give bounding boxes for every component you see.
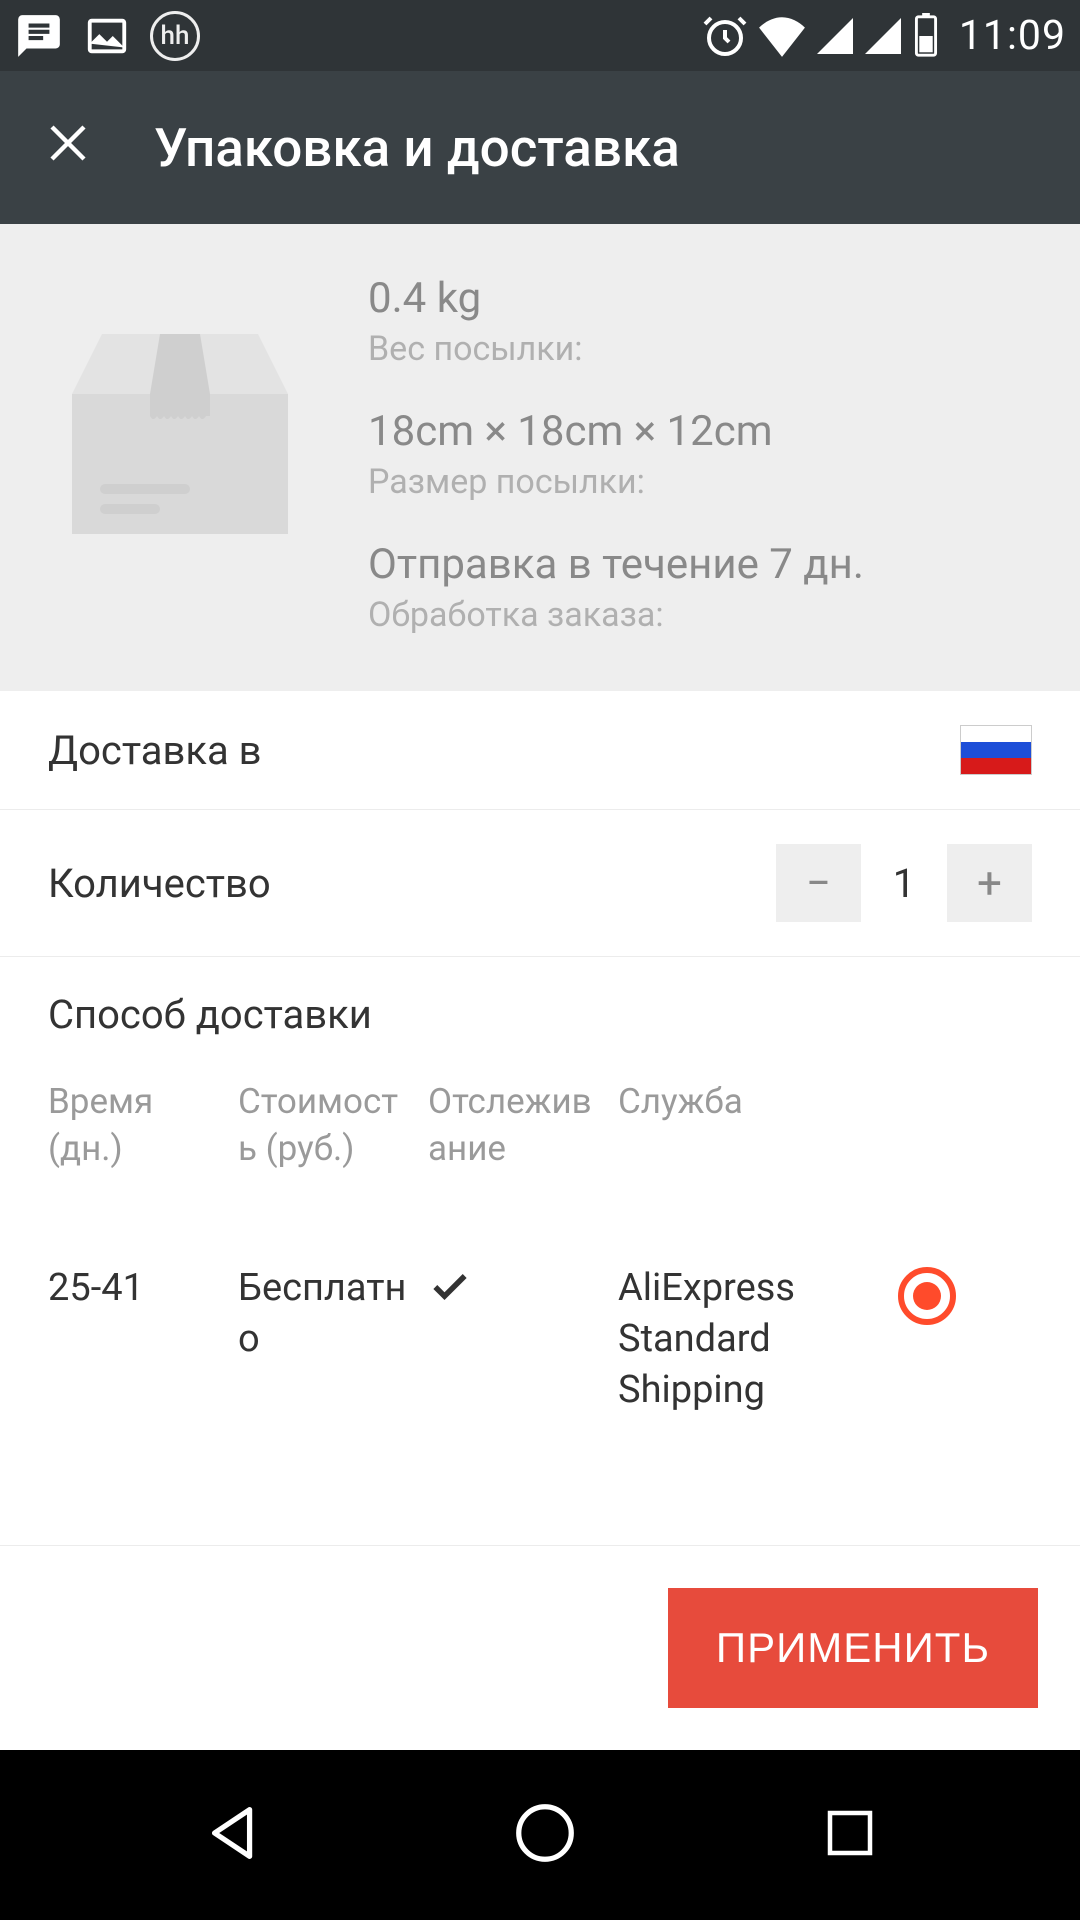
signal-icon-2 <box>863 16 903 56</box>
nav-back-icon[interactable] <box>200 1798 270 1872</box>
package-shiptime-value: Отправка в течение 7 дн. <box>368 540 1040 589</box>
signal-icon <box>815 16 855 56</box>
package-shiptime-label: Обработка заказа: <box>368 595 1040 635</box>
status-left: hh <box>14 11 200 61</box>
hh-icon: hh <box>150 11 200 61</box>
package-box-icon <box>40 274 320 534</box>
package-weight-label: Вес посылки: <box>368 329 1040 369</box>
col-time: Время (дн.) <box>48 1078 238 1173</box>
quantity-increase-button[interactable]: + <box>947 844 1032 922</box>
status-right: 11:09 <box>701 12 1066 60</box>
shipping-time: 25-41 <box>48 1263 238 1314</box>
close-icon[interactable] <box>44 119 92 177</box>
shipping-table-header: Время (дн.) Стоимость (руб.) Отслеживани… <box>48 1078 1032 1233</box>
quantity-stepper: − 1 + <box>776 844 1032 922</box>
footer: ПРИМЕНИТЬ <box>0 1545 1080 1750</box>
quantity-row: Количество − 1 + <box>0 810 1080 957</box>
app-header: Упаковка и доставка <box>0 71 1080 224</box>
destination-label: Доставка в <box>48 727 262 774</box>
package-dimensions-label: Размер посылки: <box>368 462 1040 502</box>
nav-recent-icon[interactable] <box>820 1803 880 1867</box>
shipping-service: AliExpress Standard Shipping <box>618 1263 878 1417</box>
android-nav-bar <box>0 1750 1080 1920</box>
flag-russia-icon <box>960 725 1032 775</box>
status-bar: hh 11:09 <box>0 0 1080 71</box>
page-title: Упаковка и доставка <box>154 117 680 179</box>
package-dimensions-value: 18cm × 18cm × 12cm <box>368 407 1040 456</box>
package-info: 0.4 kg Вес посылки: 18cm × 18cm × 12cm Р… <box>0 224 1080 691</box>
wifi-icon <box>757 14 807 58</box>
quantity-value: 1 <box>861 844 947 922</box>
message-icon <box>14 11 64 61</box>
clock-time: 11:09 <box>959 12 1066 60</box>
shipping-method-section: Способ доставки Время (дн.) Стоимость (р… <box>0 957 1080 1486</box>
destination-row[interactable]: Доставка в <box>0 691 1080 810</box>
quantity-label: Количество <box>48 860 271 907</box>
radio-selected-icon[interactable] <box>898 1267 956 1325</box>
col-cost: Стоимость (руб.) <box>238 1078 428 1173</box>
image-icon <box>84 13 130 59</box>
package-details: 0.4 kg Вес посылки: 18cm × 18cm × 12cm Р… <box>368 274 1040 635</box>
quantity-decrease-button[interactable]: − <box>776 844 861 922</box>
shipping-table: Время (дн.) Стоимость (руб.) Отслеживани… <box>48 1078 1032 1476</box>
shipping-cost: Бесплатно <box>238 1263 428 1366</box>
alarm-icon <box>701 12 749 60</box>
shipping-method-title: Способ доставки <box>48 991 1032 1038</box>
nav-home-icon[interactable] <box>510 1798 580 1872</box>
check-icon <box>428 1263 618 1325</box>
package-weight-value: 0.4 kg <box>368 274 1040 323</box>
apply-button[interactable]: ПРИМЕНИТЬ <box>668 1588 1038 1708</box>
col-tracking: Отслеживание <box>428 1078 618 1173</box>
shipping-option-row[interactable]: 25-41 Бесплатно AliExpress Standard Ship… <box>48 1233 1032 1477</box>
col-service: Служба <box>618 1078 878 1125</box>
battery-icon <box>911 13 941 59</box>
